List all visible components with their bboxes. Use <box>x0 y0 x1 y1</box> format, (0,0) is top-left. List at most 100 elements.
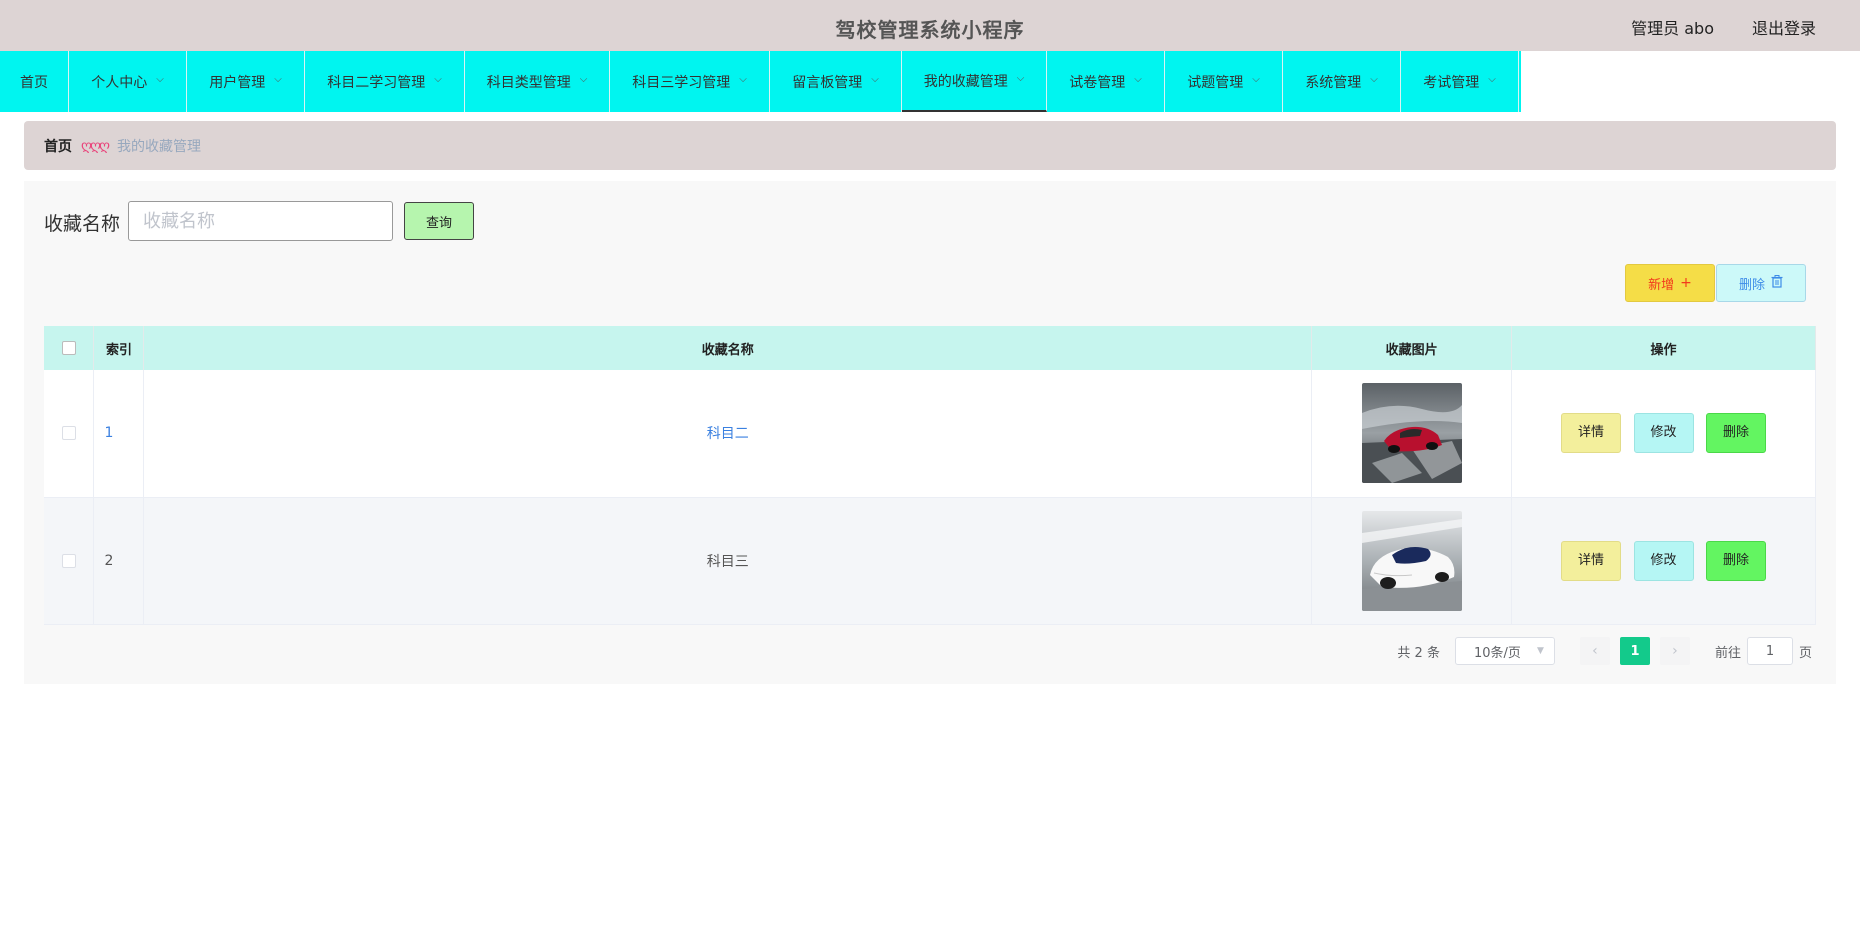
detail-button[interactable]: 详情 <box>1561 540 1622 581</box>
favorites-table: 索引 收藏名称 收藏图片 操作 1 科目二 详情 修改 删除 2 科目三 详情 … <box>44 326 1816 625</box>
prev-page-button[interactable]: ‹ <box>1579 637 1610 665</box>
page-size-select[interactable]: 10条/页 ▼ <box>1454 637 1555 665</box>
chevron-down-icon: ⌵ <box>579 74 588 85</box>
chevron-down-icon: ⌵ <box>1016 73 1025 84</box>
page-number-current[interactable]: 1 <box>1619 637 1650 665</box>
nav-item-7[interactable]: 我的收藏管理 ⌵ <box>902 51 1047 112</box>
nav-item-2[interactable]: 用户管理 ⌵ <box>187 51 305 112</box>
breadcrumb-home[interactable]: 首页 <box>44 136 72 156</box>
pagination-total: 共 2 条 <box>1397 645 1440 661</box>
chevron-down-icon: ▼ <box>1537 646 1544 656</box>
logout-link[interactable]: 退出登录 <box>1752 15 1816 39</box>
row-index: 1 <box>104 425 114 442</box>
chevron-down-icon: ⌵ <box>1252 74 1260 85</box>
search-input[interactable] <box>128 201 393 241</box>
nav-item-label: 科目类型管理 <box>486 74 571 91</box>
batch-delete-label: 删除 <box>1738 277 1765 293</box>
chevron-down-icon: ⌵ <box>1488 74 1496 85</box>
nav-item-label: 用户管理 <box>209 74 266 91</box>
breadcrumb-current: 我的收藏管理 <box>117 138 202 155</box>
top-header: 驾校管理系统小程序 管理员 abo 退出登录 <box>0 0 1860 51</box>
nav-item-11[interactable]: 考试管理 ⌵ <box>1401 51 1519 112</box>
red-sports-car-image[interactable] <box>1361 383 1462 484</box>
delete-button[interactable]: 删除 <box>1705 413 1766 454</box>
row-image-cell <box>1311 497 1513 625</box>
nav-item-5[interactable]: 科目三学习管理 ⌵ <box>610 51 770 112</box>
nav-item-6[interactable]: 留言板管理 ⌵ <box>770 51 902 112</box>
column-header-image: 收藏图片 <box>1311 326 1513 370</box>
chevron-down-icon: ⌵ <box>871 74 879 85</box>
nav-item-4[interactable]: 科目类型管理 ⌵ <box>465 51 610 112</box>
select-all-checkbox[interactable] <box>61 341 76 355</box>
nav-item-0[interactable]: 首页 <box>0 51 69 112</box>
breadcrumb-separator-icon: ღღღ <box>81 137 110 154</box>
chevron-down-icon: ⌵ <box>1370 74 1378 85</box>
nav-item-label: 个人中心 <box>91 74 148 91</box>
nav-item-label: 系统管理 <box>1305 74 1362 91</box>
row-index-cell: 2 <box>93 497 145 625</box>
row-select-cell <box>44 370 95 498</box>
column-header-actions: 操作 <box>1511 326 1816 370</box>
row-checkbox[interactable] <box>61 553 76 568</box>
nav-item-10[interactable]: 系统管理 ⌵ <box>1283 51 1401 112</box>
page-size-value: 10条/页 <box>1473 645 1521 661</box>
next-page-button[interactable]: › <box>1659 637 1690 665</box>
row-name-cell: 科目三 <box>143 497 1313 625</box>
nav-item-label: 试题管理 <box>1187 74 1244 91</box>
goto-suffix: 页 <box>1798 645 1812 661</box>
chevron-down-icon: ⌵ <box>434 74 442 85</box>
detail-button[interactable]: 详情 <box>1561 413 1622 454</box>
nav-item-1[interactable]: 个人中心 ⌵ <box>69 51 187 112</box>
row-name: 科目二 <box>706 426 749 443</box>
user-info: 管理员 abo <box>1631 19 1714 38</box>
nav-item-label: 考试管理 <box>1423 74 1480 91</box>
row-index: 2 <box>104 552 114 569</box>
nav-item-label: 科目二学习管理 <box>327 74 426 91</box>
add-button-label: 新增 <box>1648 277 1675 293</box>
row-image-cell <box>1311 370 1513 498</box>
nav-item-label: 我的收藏管理 <box>923 73 1008 90</box>
plus-icon: + <box>1680 275 1692 291</box>
row-actions-cell: 详情 修改 删除 <box>1511 370 1816 498</box>
goto-prefix: 前往 <box>1714 645 1741 661</box>
app-title: 驾校管理系统小程序 <box>835 18 1025 42</box>
nav-item-8[interactable]: 试卷管理 ⌵ <box>1047 51 1165 112</box>
column-header-index: 索引 <box>93 326 145 370</box>
row-name: 科目三 <box>706 553 749 570</box>
column-header-name: 收藏名称 <box>143 326 1313 370</box>
nav-item-label: 试卷管理 <box>1069 74 1126 91</box>
select-all-cell <box>44 326 95 370</box>
nav-item-9[interactable]: 试题管理 ⌵ <box>1165 51 1283 112</box>
nav-bar: 首页 个人中心 ⌵ 用户管理 ⌵ 科目二学习管理 ⌵ 科目类型管理 ⌵ 科目三学习管理 ⌵ 留言板管理… <box>0 51 1521 112</box>
row-name-cell: 科目二 <box>143 370 1313 498</box>
chevron-down-icon: ⌵ <box>274 74 282 85</box>
edit-button[interactable]: 修改 <box>1633 540 1694 581</box>
row-select-cell <box>44 497 95 625</box>
white-sports-car-image[interactable] <box>1361 510 1462 611</box>
batch-delete-button[interactable]: 删除 <box>1716 264 1806 302</box>
search-label: 收藏名称 <box>44 213 121 235</box>
row-checkbox[interactable] <box>61 426 76 441</box>
nav-item-label: 留言板管理 <box>792 74 863 91</box>
edit-button[interactable]: 修改 <box>1633 413 1694 454</box>
chevron-right-icon: › <box>1672 643 1678 659</box>
main-content: 收藏名称 查询 新增 + 删除 索引 收藏名称 收藏图片 操作 1 科目二 <box>24 181 1836 684</box>
query-button[interactable]: 查询 <box>404 202 474 240</box>
trash-icon <box>1771 274 1783 292</box>
row-index-cell: 1 <box>93 370 145 498</box>
pagination: 共 2 条 10条/页 ▼ ‹ 1 › 前往 页 <box>1397 637 1812 665</box>
breadcrumb: 首页 ღღღ 我的收藏管理 <box>24 121 1836 170</box>
table-row: 2 科目三 详情 修改 删除 <box>44 497 1816 625</box>
goto-page-input[interactable] <box>1746 637 1793 665</box>
nav-item-label: 首页 <box>20 74 48 91</box>
main-nav: 首页 个人中心 ⌵ 用户管理 ⌵ 科目二学习管理 ⌵ 科目类型管理 ⌵ 科目三学习管理 ⌵ 留言板管理… <box>0 51 1860 112</box>
add-button[interactable]: 新增 + <box>1625 264 1715 302</box>
table-row: 1 科目二 详情 修改 删除 <box>44 370 1816 498</box>
nav-item-3[interactable]: 科目二学习管理 ⌵ <box>305 51 465 112</box>
delete-button[interactable]: 删除 <box>1705 540 1766 581</box>
row-actions-cell: 详情 修改 删除 <box>1511 497 1816 625</box>
chevron-down-icon: ⌵ <box>156 74 164 85</box>
table-header-row: 索引 收藏名称 收藏图片 操作 <box>44 326 1816 370</box>
chevron-down-icon: ⌵ <box>1134 74 1142 85</box>
nav-item-label: 科目三学习管理 <box>632 74 731 91</box>
